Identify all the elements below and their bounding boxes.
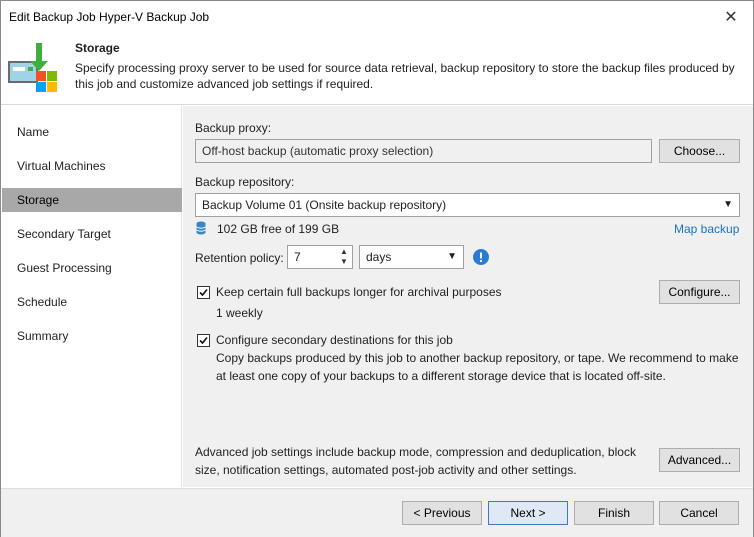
- archival-schedule-detail: 1 weekly: [216, 306, 263, 320]
- nav-item-summary[interactable]: Summary: [2, 324, 182, 348]
- backup-repository-label: Backup repository:: [195, 175, 295, 189]
- step-title: Storage: [75, 41, 120, 55]
- wizard-header: Storage Specify processing proxy server …: [1, 33, 753, 105]
- storage-backup-icon: [8, 43, 57, 92]
- backup-proxy-label: Backup proxy:: [195, 121, 272, 135]
- database-icon: [196, 221, 206, 235]
- next-button[interactable]: Next >: [488, 501, 568, 525]
- wizard-footer: < Previous Next > Finish Cancel: [1, 488, 753, 537]
- cancel-button[interactable]: Cancel: [659, 501, 739, 525]
- nav-item-schedule[interactable]: Schedule: [2, 290, 182, 314]
- configure-archival-button[interactable]: Configure...: [659, 280, 740, 304]
- checkmark-icon: [199, 336, 208, 345]
- wizard-steps-nav: Name Virtual Machines Storage Secondary …: [1, 106, 182, 487]
- storage-settings-panel: Backup proxy: Off-host backup (automatic…: [183, 106, 753, 487]
- retention-unit-value: days: [366, 250, 392, 264]
- nav-item-storage[interactable]: Storage: [2, 188, 182, 212]
- nav-item-guest-processing[interactable]: Guest Processing: [2, 256, 182, 280]
- retention-value: 7: [294, 250, 301, 264]
- previous-button[interactable]: < Previous: [402, 501, 482, 525]
- chevron-up-icon[interactable]: ▲: [338, 247, 350, 257]
- nav-item-name[interactable]: Name: [2, 120, 182, 144]
- chevron-down-icon: ▼: [447, 251, 457, 262]
- backup-proxy-field[interactable]: Off-host backup (automatic proxy selecti…: [195, 139, 652, 163]
- repository-free-space: 102 GB free of 199 GB: [217, 222, 340, 236]
- nav-item-secondary-target[interactable]: Secondary Target: [2, 222, 182, 246]
- secondary-destination-checkbox[interactable]: [197, 334, 210, 347]
- backup-repository-value: Backup Volume 01 (Onsite backup reposito…: [202, 198, 447, 212]
- advanced-settings-button[interactable]: Advanced...: [659, 448, 740, 472]
- step-description: Specify processing proxy server to be us…: [75, 61, 735, 91]
- info-icon[interactable]: [473, 249, 489, 265]
- advanced-settings-description: Advanced job settings include backup mod…: [195, 445, 636, 477]
- close-icon[interactable]: ✕: [709, 1, 753, 33]
- secondary-destination-label: Configure secondary destinations for thi…: [216, 333, 453, 347]
- map-backup-link[interactable]: Map backup: [674, 222, 739, 236]
- title-bar: Edit Backup Job Hyper-V Backup Job ✕: [1, 1, 753, 33]
- finish-button[interactable]: Finish: [574, 501, 654, 525]
- retention-value-stepper[interactable]: 7 ▲ ▼: [287, 245, 353, 269]
- chevron-down-icon[interactable]: ▼: [338, 257, 350, 267]
- dialog-window: Edit Backup Job Hyper-V Backup Job ✕ Sto…: [0, 0, 754, 537]
- window-title: Edit Backup Job Hyper-V Backup Job: [9, 10, 210, 24]
- choose-proxy-button[interactable]: Choose...: [659, 139, 740, 163]
- secondary-destination-description: Copy backups produced by this job to ano…: [216, 351, 739, 383]
- retention-policy-label: Retention policy:: [195, 251, 284, 265]
- backup-repository-select[interactable]: Backup Volume 01 (Onsite backup reposito…: [195, 193, 740, 217]
- chevron-down-icon: ▼: [723, 199, 733, 210]
- retention-unit-select[interactable]: days ▼: [359, 245, 464, 269]
- archival-label: Keep certain full backups longer for arc…: [216, 285, 502, 299]
- checkmark-icon: [199, 288, 208, 297]
- nav-item-virtual-machines[interactable]: Virtual Machines: [2, 154, 182, 178]
- archival-checkbox[interactable]: [197, 286, 210, 299]
